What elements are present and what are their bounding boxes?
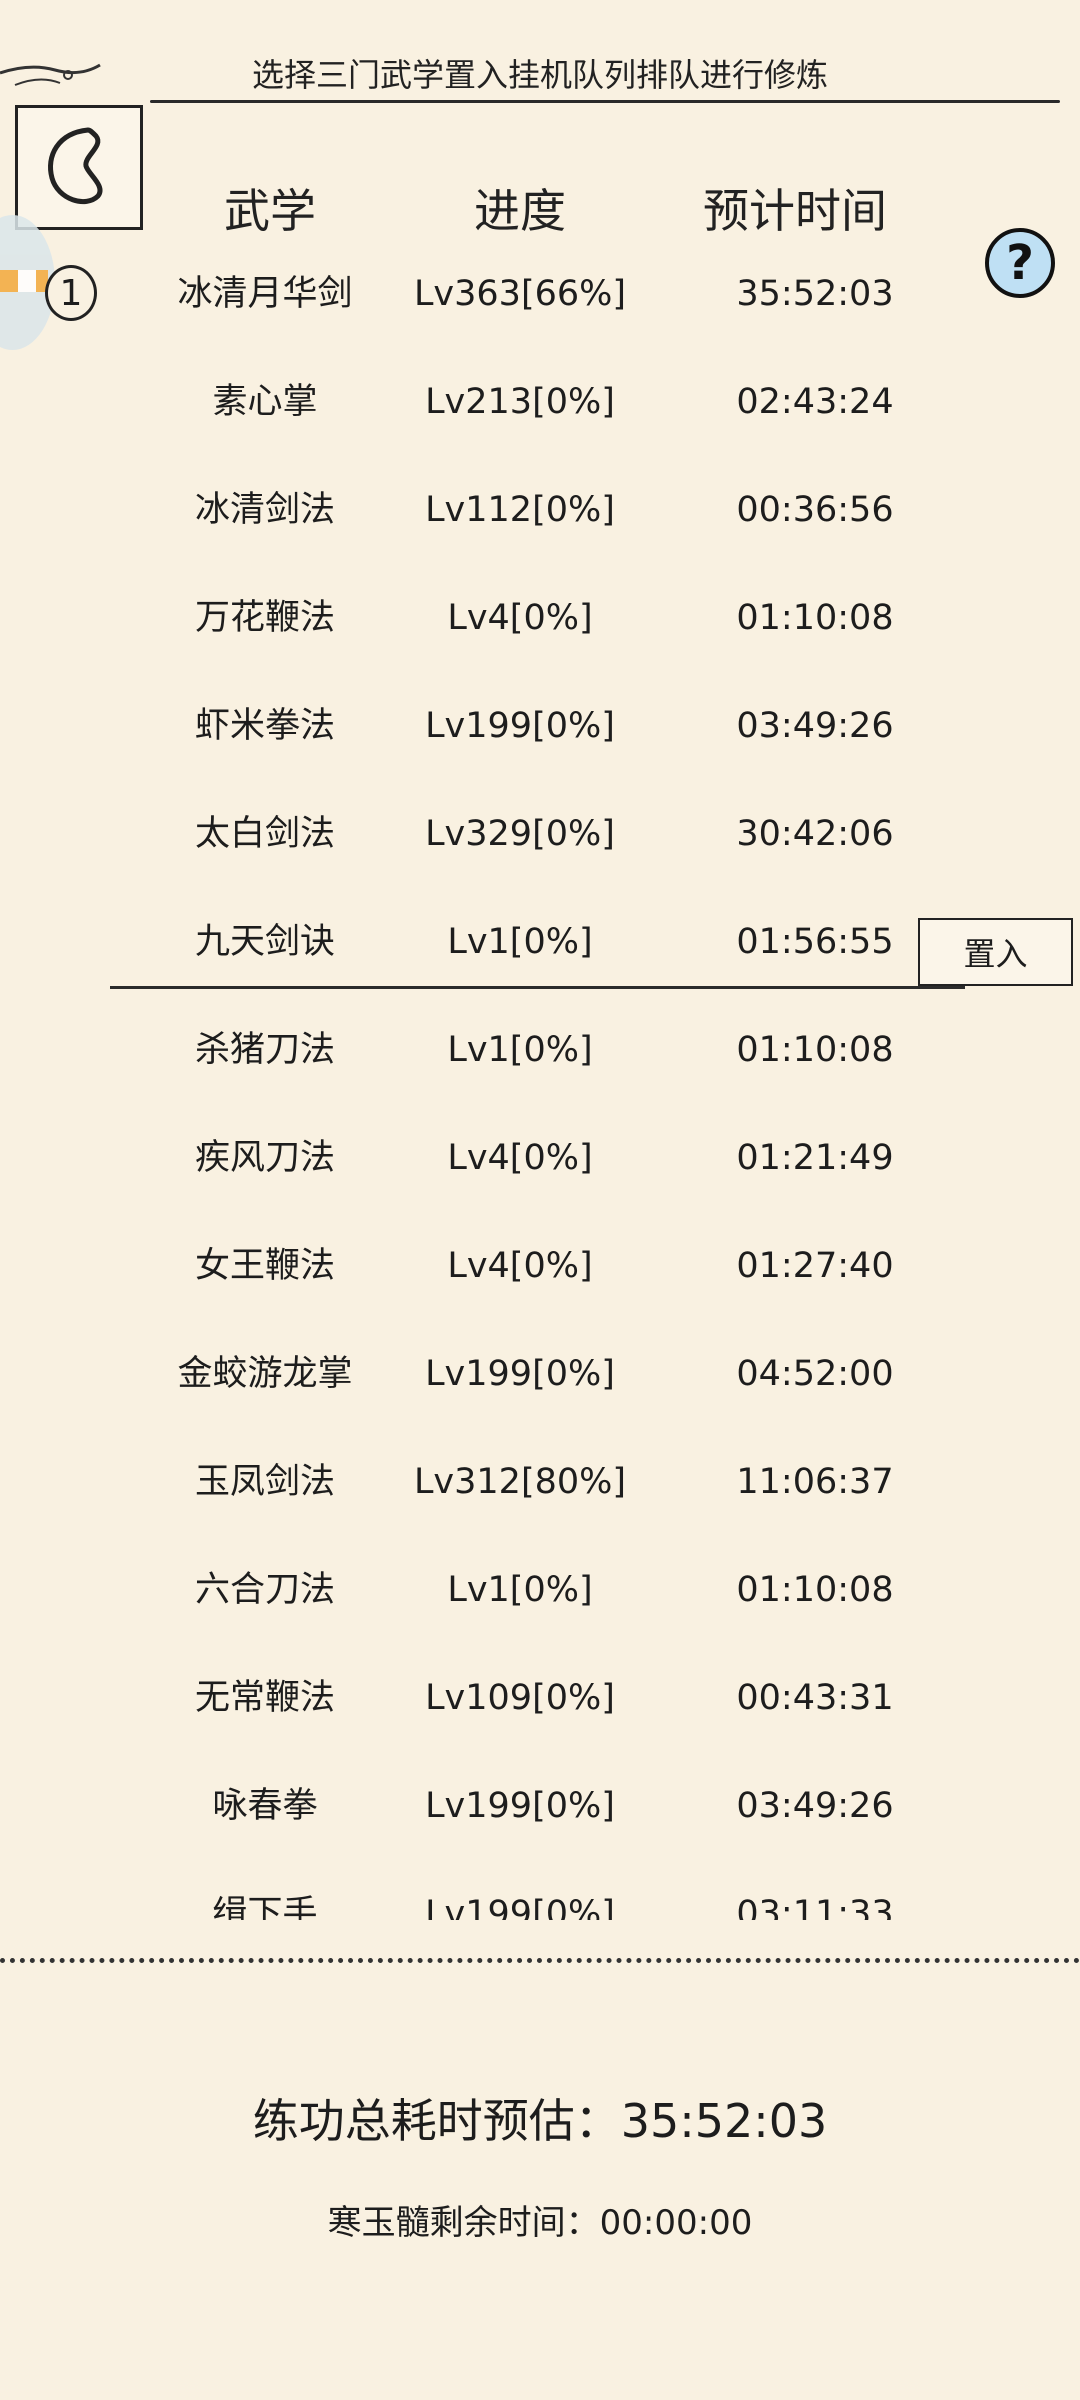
list-item[interactable]: 杀猪刀法 Lv1[0%] 01:10:08 bbox=[0, 996, 1080, 1104]
footer-divider bbox=[0, 1958, 1080, 1963]
skill-progress: Lv199[0%] bbox=[425, 706, 615, 746]
selected-row-underline bbox=[110, 986, 965, 989]
skill-time: 01:10:08 bbox=[736, 1030, 894, 1070]
skill-progress: Lv363[66%] bbox=[413, 274, 627, 314]
skill-progress: Lv312[80%] bbox=[413, 1462, 627, 1502]
skill-progress: Lv213[0%] bbox=[425, 382, 615, 422]
skill-progress: Lv4[0%] bbox=[447, 1138, 593, 1178]
list-item[interactable]: 冰清月华剑 Lv363[66%] 35:52:03 bbox=[0, 240, 1080, 348]
page-title: 选择三门武学置入挂机队列排队进行修炼 bbox=[251, 56, 828, 94]
skill-time: 01:10:08 bbox=[736, 598, 894, 638]
list-item[interactable]: 疾风刀法 Lv4[0%] 01:21:49 bbox=[0, 1104, 1080, 1212]
list-item-partial[interactable]: 缉下手 Lv199[0%] 03:11:33 bbox=[0, 1860, 1080, 1920]
column-header-name: 武学 bbox=[224, 184, 316, 238]
list-item[interactable]: 金蛟游龙掌 Lv199[0%] 04:52:00 bbox=[0, 1320, 1080, 1428]
list-item[interactable]: 太白剑法 Lv329[0%] 30:42:06 bbox=[0, 780, 1080, 888]
skill-time: 00:36:56 bbox=[736, 490, 894, 530]
skill-time: 03:11:33 bbox=[736, 1894, 894, 1920]
list-item[interactable]: 咏春拳 Lv199[0%] 03:49:26 bbox=[0, 1752, 1080, 1860]
skill-progress: Lv1[0%] bbox=[447, 1570, 593, 1610]
skill-time: 04:52:00 bbox=[736, 1354, 894, 1394]
skill-time: 01:21:49 bbox=[736, 1138, 894, 1178]
jade-remaining-time: 寒玉髓剩余时间：00:00:00 bbox=[327, 2203, 753, 2243]
skill-time: 03:49:26 bbox=[736, 706, 894, 746]
skill-time: 02:43:24 bbox=[736, 382, 894, 422]
skill-time: 00:43:31 bbox=[736, 1678, 894, 1718]
skill-time: 35:52:03 bbox=[736, 274, 894, 314]
skill-progress: Lv199[0%] bbox=[425, 1786, 615, 1826]
skill-progress: Lv112[0%] bbox=[425, 490, 615, 530]
column-header-time: 预计时间 bbox=[703, 184, 887, 238]
list-item[interactable]: 女王鞭法 Lv4[0%] 01:27:40 bbox=[0, 1212, 1080, 1320]
skill-time: 30:42:06 bbox=[736, 814, 894, 854]
back-button[interactable] bbox=[15, 105, 143, 230]
queue-slot-badge: 1 bbox=[45, 265, 97, 321]
list-item[interactable]: 素心掌 Lv213[0%] 02:43:24 bbox=[0, 348, 1080, 456]
list-item[interactable]: 无常鞭法 Lv109[0%] 00:43:31 bbox=[0, 1644, 1080, 1752]
skill-time: 01:56:55 bbox=[736, 922, 894, 962]
list-item[interactable]: 冰清剑法 Lv112[0%] 00:36:56 bbox=[0, 456, 1080, 564]
skill-time: 01:27:40 bbox=[736, 1246, 894, 1286]
skill-progress: Lv4[0%] bbox=[447, 1246, 593, 1286]
skill-progress: Lv1[0%] bbox=[447, 1030, 593, 1070]
skill-progress: Lv109[0%] bbox=[425, 1678, 615, 1718]
list-item[interactable]: 六合刀法 Lv1[0%] 01:10:08 bbox=[0, 1536, 1080, 1644]
skill-time: 11:06:37 bbox=[736, 1462, 894, 1502]
skill-time: 03:49:26 bbox=[736, 1786, 894, 1826]
skill-list[interactable]: 冰清月华剑 Lv363[66%] 35:52:03 素心掌 Lv213[0%] … bbox=[0, 240, 1080, 1920]
skill-progress: Lv199[0%] bbox=[425, 1894, 615, 1920]
list-item[interactable]: 虾米拳法 Lv199[0%] 03:49:26 bbox=[0, 672, 1080, 780]
skill-time: 01:10:08 bbox=[736, 1570, 894, 1610]
total-time-estimate: 练功总耗时预估：35:52:03 bbox=[252, 2094, 828, 2148]
back-arrow-icon bbox=[48, 127, 103, 205]
skill-progress: Lv329[0%] bbox=[425, 814, 615, 854]
list-item[interactable]: 万花鞭法 Lv4[0%] 01:10:08 bbox=[0, 564, 1080, 672]
skill-progress: Lv1[0%] bbox=[447, 922, 593, 962]
skill-progress: Lv199[0%] bbox=[425, 1354, 615, 1394]
header-divider bbox=[150, 100, 1060, 103]
place-into-queue-button[interactable]: 置入 bbox=[918, 918, 1073, 986]
skill-progress: Lv4[0%] bbox=[447, 598, 593, 638]
list-item[interactable]: 玉凤剑法 Lv312[80%] 11:06:37 bbox=[0, 1428, 1080, 1536]
column-header-progress: 进度 bbox=[474, 184, 566, 238]
